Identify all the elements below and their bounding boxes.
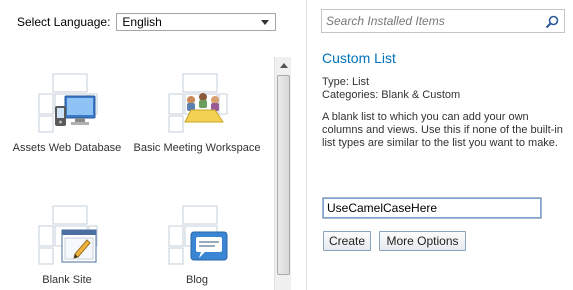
- blank-site-icon: [35, 202, 99, 266]
- more-options-button[interactable]: More Options: [379, 231, 466, 251]
- search-box: [321, 9, 565, 33]
- scrollbar-thumb[interactable]: [277, 75, 290, 275]
- blog-icon: [165, 202, 229, 266]
- language-select[interactable]: English: [116, 13, 277, 31]
- language-selector-row: Select Language: English: [17, 12, 277, 32]
- template-tile-blog[interactable]: Blog: [132, 202, 262, 287]
- meeting-workspace-icon: [165, 70, 229, 134]
- template-name: Assets Web Database: [12, 142, 122, 154]
- template-tile-basic-meeting-workspace[interactable]: Basic Meeting Workspace: [132, 70, 262, 155]
- template-gallery: Assets Web Database Basic Meeting Worksp…: [0, 42, 274, 290]
- template-name: Blank Site: [42, 274, 92, 286]
- template-tile-assets-web-database[interactable]: Assets Web Database: [2, 70, 132, 155]
- pane-divider: [306, 0, 307, 290]
- template-name: Basic Meeting Workspace: [133, 142, 261, 154]
- search-input[interactable]: [322, 11, 536, 31]
- template-tile-blank-site[interactable]: Blank Site: [2, 202, 132, 287]
- assets-database-icon: [35, 70, 99, 134]
- detail-title: Custom List: [322, 50, 396, 66]
- scroll-up-button[interactable]: [275, 57, 292, 74]
- detail-categories: Categories: Blank & Custom: [322, 89, 461, 101]
- detail-type: Type: List: [322, 76, 370, 88]
- language-selected-value: English: [122, 15, 162, 29]
- chevron-up-icon: [279, 63, 288, 68]
- detail-description: A blank list to which you can add your o…: [322, 111, 563, 149]
- template-details: Custom List Type: List Categories: Blank…: [322, 50, 567, 150]
- gallery-scrollbar[interactable]: [274, 57, 291, 290]
- template-name: Blog: [185, 274, 209, 286]
- search-icon[interactable]: [544, 14, 560, 30]
- name-field[interactable]: [322, 197, 542, 219]
- language-label: Select Language:: [17, 15, 111, 29]
- create-button[interactable]: Create: [323, 231, 371, 251]
- chevron-down-icon: [261, 20, 270, 25]
